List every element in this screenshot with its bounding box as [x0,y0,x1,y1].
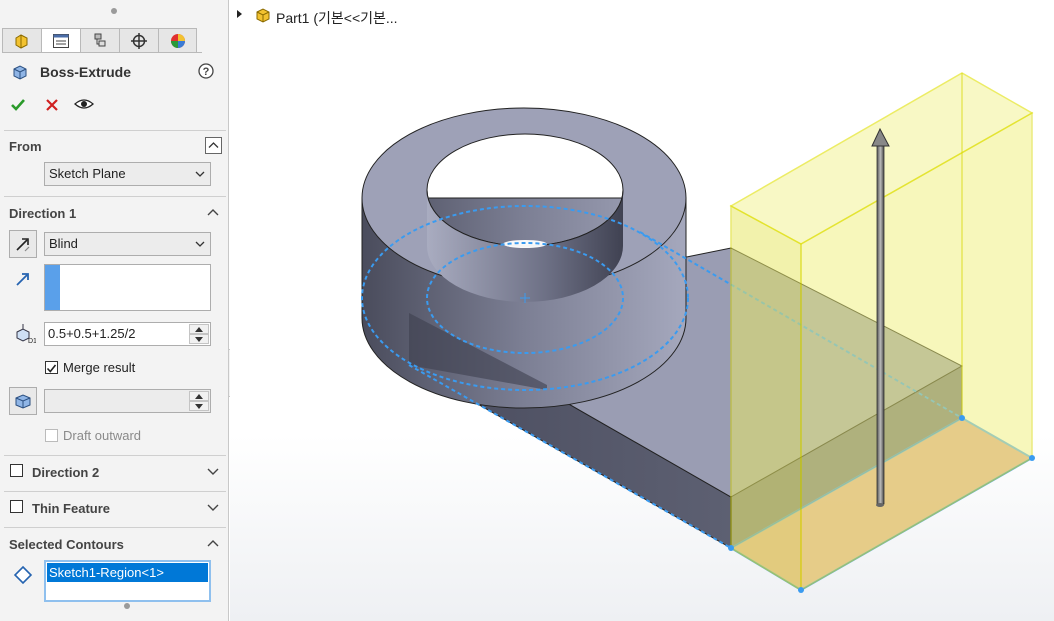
from-start-condition-select[interactable]: Sketch Plane [44,162,211,186]
merge-result-checkbox[interactable] [45,361,58,374]
draft-icon [15,394,31,409]
spin-down-icon [195,403,203,409]
thin-feature-section-title: Thin Feature [32,501,111,516]
tab-dimxpert-manager[interactable] [119,28,158,52]
chevron-up-icon [208,142,219,148]
from-section-title: From [9,139,42,154]
chevron-down-icon [195,241,205,247]
help-icon[interactable]: ? [198,63,214,79]
draft-spin-down[interactable] [189,401,209,411]
depth-value: 0.5+0.5+1.25/2 [48,326,136,341]
property-manager-panel: Boss-Extrude ? From Sketch Plane Directi… [0,0,229,621]
ok-button[interactable] [9,96,27,114]
selection-indicator [45,265,60,310]
tab-property-manager[interactable] [41,28,80,52]
configuration-manager-icon [94,33,106,46]
direction-of-extrusion-icon [16,273,29,286]
svg-text:?: ? [203,66,210,78]
draft-outward-label: Draft outward [63,428,142,443]
feature-manager-icon [15,33,28,49]
draft-toggle-button[interactable] [9,387,37,415]
divider [4,130,226,131]
checkmark-icon [46,364,57,373]
direction2-section-title: Direction 2 [32,465,100,480]
tree-expand-arrow-icon[interactable] [236,9,244,19]
merge-result-label: Merge result [63,360,136,375]
spin-up-icon [195,393,203,399]
direction1-collapse-icon[interactable] [207,208,219,217]
depth-spin-down[interactable] [189,334,209,344]
cancel-button[interactable] [44,97,60,113]
divider [4,455,226,456]
draft-spin-up[interactable] [189,391,209,401]
divider [4,196,226,197]
end-condition-select[interactable]: Blind [44,232,211,256]
preview-front-face [730,204,802,592]
feature-title: Boss-Extrude [40,64,132,80]
selected-contours-collapse-icon[interactable] [207,539,219,548]
direction2-expand-icon[interactable] [207,467,219,476]
reverse-direction-button[interactable] [9,230,37,258]
depth-input[interactable]: 0.5+0.5+1.25/2 [44,322,211,346]
chevron-down-icon [195,171,205,177]
contour-diamond-icon [13,565,33,585]
selected-contours-list[interactable]: Sketch1-Region<1> [44,560,211,602]
direction-vector-selection-box[interactable] [44,264,211,311]
from-collapse-button[interactable] [205,137,222,154]
panel-resize-grip[interactable] [111,8,117,14]
display-manager-icon [170,33,185,48]
thin-feature-checkbox[interactable] [10,500,23,513]
part-icon [256,8,270,23]
feature-tree-root-label[interactable]: Part1 (기본<<기본... [276,8,398,28]
from-selected-value: Sketch Plane [49,166,126,181]
dimxpert-manager-icon [131,32,147,49]
draft-angle-input[interactable] [44,389,211,413]
tab-feature-manager[interactable] [2,28,41,52]
contour-list-item[interactable]: Sketch1-Region<1> [47,563,208,582]
boss-extrude-icon [13,65,27,80]
checkmark-icon [11,99,25,111]
draft-outward-checkbox[interactable] [45,429,58,442]
manager-tab-bar [2,28,202,53]
reverse-direction-icon [16,238,30,252]
direction1-section-title: Direction 1 [9,206,77,221]
graphics-viewport[interactable] [230,0,1054,621]
thin-feature-expand-icon[interactable] [207,503,219,512]
depth-icon: D1 [16,324,36,344]
divider [4,491,226,492]
spin-down-icon [195,336,203,342]
x-icon [46,99,58,111]
model-view[interactable] [230,0,1054,621]
detailed-preview-button[interactable] [74,97,94,111]
divider [4,527,226,528]
property-manager-icon [53,33,69,48]
spin-up-icon [195,326,203,332]
tab-configuration-manager[interactable] [80,28,119,52]
tab-display-manager[interactable] [158,28,197,52]
drag-handle-rod [876,141,885,505]
svg-text:D1: D1 [28,338,36,344]
direction2-checkbox[interactable] [10,464,23,477]
depth-spin-up[interactable] [189,324,209,334]
panel-bottom-grip[interactable] [124,603,130,609]
selected-contours-section-title: Selected Contours [9,537,124,552]
end-condition-value: Blind [49,236,78,251]
